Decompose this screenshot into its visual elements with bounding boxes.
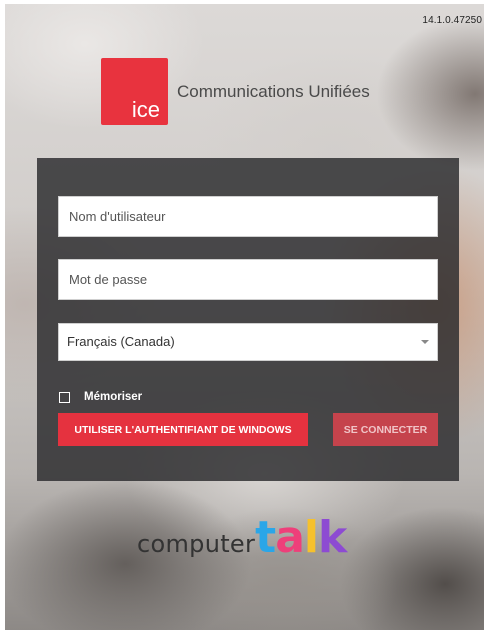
chevron-down-icon — [421, 340, 429, 344]
ice-logo: ice — [101, 58, 168, 125]
brand-talk-letter-k: k — [318, 512, 347, 563]
language-select[interactable]: Français (Canada) — [58, 323, 438, 361]
password-input[interactable] — [58, 259, 438, 300]
app-title: Communications Unifiées — [177, 82, 370, 101]
brand-talk-letter-l: l — [303, 512, 319, 563]
brand-computer-text: computer — [137, 530, 256, 558]
version-label: 14.1.0.47250 — [422, 15, 482, 26]
computertalk-logo: computer talk — [137, 516, 347, 564]
brand-talk-letter-a: a — [275, 512, 305, 563]
remember-checkbox[interactable] — [59, 391, 70, 403]
brand-talk-text: talk — [255, 516, 347, 560]
language-selected-value: Français (Canada) — [67, 334, 175, 349]
remember-me: Mémoriser — [59, 389, 142, 405]
windows-auth-button[interactable]: UTILISER L'AUTHENTIFIANT DE WINDOWS — [58, 413, 308, 446]
brand-talk-letter-t: t — [255, 512, 276, 563]
login-window: 14.1.0.47250 ice Communications Unifiées… — [5, 4, 484, 630]
connect-button[interactable]: SE CONNECTER — [333, 413, 438, 446]
login-panel: Français (Canada) Mémoriser UTILISER L'A… — [37, 158, 459, 481]
username-input[interactable] — [58, 196, 438, 237]
ice-logo-text: ice — [131, 97, 160, 122]
remember-label: Mémoriser — [84, 391, 143, 403]
